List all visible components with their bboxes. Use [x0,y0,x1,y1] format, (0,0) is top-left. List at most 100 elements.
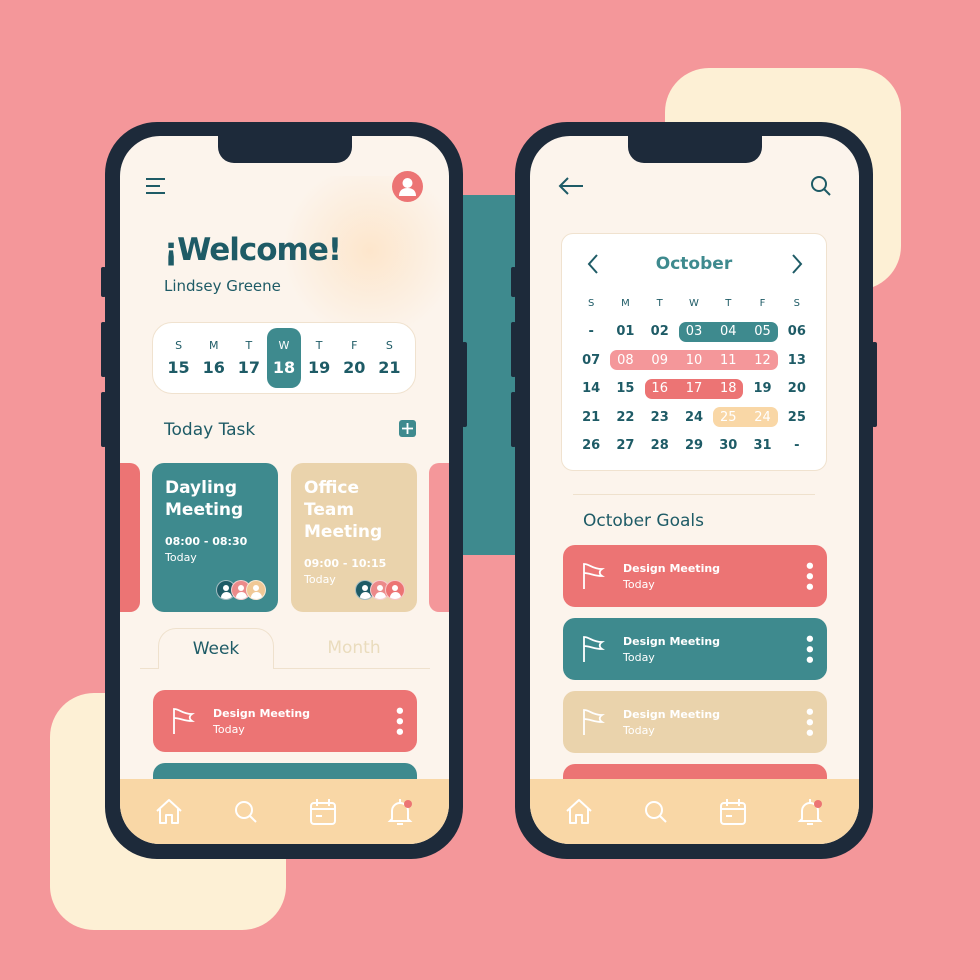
attendees [355,580,405,600]
goal-item[interactable]: Design Meeting Today ••• [563,618,827,680]
calendar-icon[interactable] [717,796,749,828]
date-cell[interactable]: 10 [677,353,711,368]
date-cell[interactable]: 11 [711,353,745,368]
date-cell[interactable]: 20 [780,381,814,396]
date-cell[interactable]: - [574,324,608,339]
item-title: Design Meeting [213,706,311,720]
user-name: Lindsey Greene [164,277,281,295]
day-18[interactable]: W 18 [266,328,301,388]
week-row: 07 08 09 10 11 12 13 [574,346,814,375]
weekday-label: S [175,339,183,352]
date-cell[interactable]: 03 [677,324,711,339]
avatar [385,580,405,600]
weekday-label: F [759,297,766,309]
date-cell[interactable]: 06 [780,324,814,339]
day-19[interactable]: T 19 [302,328,336,388]
flag-icon [173,708,195,734]
home-icon[interactable] [153,796,185,828]
weekday-label: S [385,339,393,352]
date-cell[interactable]: 09 [643,353,677,368]
date-cell[interactable]: 12 [745,353,779,368]
weekday-label: F [351,339,358,352]
day-number: 16 [202,358,225,377]
date-cell[interactable]: 31 [745,438,779,453]
date-cell[interactable]: 18 [711,381,745,396]
date-cell[interactable]: 15 [608,381,642,396]
task-card[interactable]: Office Team Meeting 09:00 - 10:15 Today [291,463,417,612]
date-cell[interactable]: 25 [711,410,745,425]
date-cell[interactable]: 25 [780,410,814,425]
task-card-peek[interactable] [429,463,449,612]
search-icon[interactable] [810,175,832,197]
tab-week[interactable]: Week [158,628,274,669]
arrow-left-icon[interactable] [557,176,585,196]
date-cell[interactable]: 14 [574,381,608,396]
goal-item[interactable]: Design Meeting Today ••• [563,691,827,753]
home-icon[interactable] [563,796,595,828]
date-cell[interactable]: 26 [574,438,608,453]
day-20[interactable]: F 20 [337,328,371,388]
date-cell[interactable]: 27 [608,438,642,453]
date-cell[interactable]: 08 [608,353,642,368]
date-cell[interactable]: 19 [745,381,779,396]
date-cell[interactable]: 29 [677,438,711,453]
goal-sub: Today [623,650,655,664]
more-icon[interactable]: ••• [798,706,819,738]
weekday-label: W [278,339,290,352]
week-row: 14 15 16 17 18 19 20 [574,375,814,404]
date-cell[interactable]: 01 [608,324,642,339]
day-15[interactable]: S 15 [162,328,196,388]
date-cell[interactable]: 28 [643,438,677,453]
task-card-peek[interactable] [120,463,140,612]
date-cell[interactable]: 13 [780,353,814,368]
goal-sub: Today [623,577,655,591]
date-cell[interactable]: 16 [643,381,677,396]
day-21[interactable]: S 21 [372,328,406,388]
task-card[interactable]: Dayling Meeting 08:00 - 08:30 Today [152,463,278,612]
day-number: 21 [378,358,401,377]
week-row: 21 22 23 24 25 24 25 [574,403,814,432]
flag-icon [583,563,605,589]
day-16[interactable]: M 16 [197,328,231,388]
avatar[interactable] [392,171,423,202]
more-icon[interactable]: ••• [798,633,819,665]
bell-icon[interactable] [794,796,826,828]
date-cell[interactable]: 23 [643,410,677,425]
goal-sub: Today [623,723,655,737]
tab-month[interactable]: Month [296,628,412,668]
calendar-icon[interactable] [307,796,339,828]
date-cell[interactable]: 30 [711,438,745,453]
bell-icon[interactable] [384,796,416,828]
bottom-nav [120,779,449,844]
date-cell[interactable]: 07 [574,353,608,368]
date-cell[interactable]: 22 [608,410,642,425]
search-icon[interactable] [640,796,672,828]
date-cell[interactable]: 04 [711,324,745,339]
page-title: ¡Welcome! [164,232,342,268]
date-cell[interactable]: 05 [745,324,779,339]
list-item[interactable]: Design Meeting Today ••• [153,690,417,752]
goal-item[interactable]: Design Meeting Today ••• [563,545,827,607]
goal-title: Design Meeting [623,707,721,721]
date-cell[interactable]: 02 [643,324,677,339]
date-cell[interactable]: 21 [574,410,608,425]
weekday-label: T [315,339,323,352]
more-icon[interactable]: ••• [798,560,819,592]
date-cell[interactable]: 17 [677,381,711,396]
weekday-label: S [793,297,800,309]
task-time: 09:00 - 10:15 [304,557,387,570]
date-cell[interactable]: - [780,438,814,453]
avatar [246,580,266,600]
date-cell[interactable]: 24 [745,410,779,425]
date-cell[interactable]: 24 [677,410,711,425]
day-number: 18 [272,358,296,377]
item-sub: Today [213,722,245,736]
bottom-nav [530,779,859,844]
search-icon[interactable] [230,796,262,828]
chevron-right-icon[interactable] [790,253,804,275]
add-task-button[interactable] [399,420,416,437]
more-icon[interactable]: ••• [388,705,409,737]
attendees [216,580,266,600]
day-17[interactable]: T 17 [232,328,266,388]
hamburger-icon[interactable] [145,176,167,196]
